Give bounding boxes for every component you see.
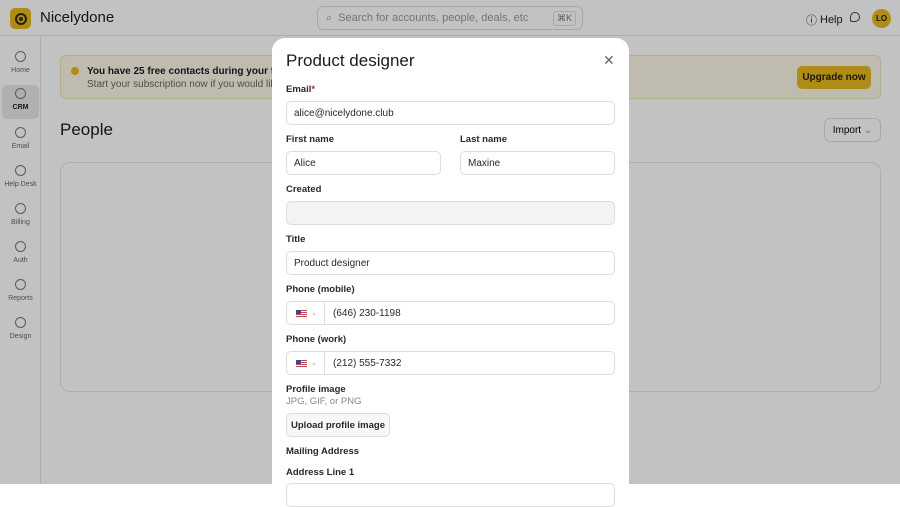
email-label-text: Email — [286, 84, 312, 95]
required-marker: * — [311, 84, 316, 95]
us-flag-icon — [296, 359, 308, 367]
us-flag-icon — [296, 309, 308, 317]
email-field[interactable]: alice@nicelydone.club — [286, 101, 615, 125]
address-line-1-label: Address Line 1 — [286, 467, 355, 478]
phone-work-value: (212) 555-7332 — [333, 357, 402, 369]
created-label: Created — [286, 184, 322, 195]
first-name-field[interactable]: Alice — [286, 151, 441, 175]
created-field[interactable] — [286, 201, 615, 225]
add-person-modal: Product designer ✕ Email* alice@nicelydo… — [272, 38, 629, 507]
chevron-down-icon: ⌄ — [311, 360, 317, 367]
phone-work-field[interactable]: ⌄ (212) 555-7332 — [286, 351, 615, 375]
last-name-field[interactable]: Maxine — [460, 151, 615, 175]
title-field[interactable]: Product designer — [286, 251, 615, 275]
phone-work-label: Phone (work) — [286, 334, 347, 345]
phone-mobile-label: Phone (mobile) — [286, 284, 355, 295]
title-label: Title — [286, 234, 306, 245]
country-select[interactable]: ⌄ — [287, 352, 325, 374]
country-select[interactable]: ⌄ — [287, 302, 325, 324]
close-icon[interactable]: ✕ — [603, 52, 615, 69]
profile-image-hint: JPG, GIF, or PNG — [286, 396, 362, 407]
mailing-address-label: Mailing Address — [286, 446, 360, 457]
address-line-1-field[interactable] — [286, 483, 615, 507]
last-name-label: Last name — [460, 134, 507, 145]
phone-mobile-value: (646) 230-1198 — [333, 307, 401, 319]
modal-title: Product designer — [286, 51, 415, 70]
chevron-down-icon: ⌄ — [311, 310, 317, 317]
upload-profile-image-button[interactable]: Upload profile image — [286, 413, 390, 437]
first-name-label: First name — [286, 134, 335, 145]
phone-mobile-field[interactable]: ⌄ (646) 230-1198 — [286, 301, 615, 325]
profile-image-label: Profile image — [286, 384, 346, 395]
email-label: Email* — [286, 84, 315, 95]
